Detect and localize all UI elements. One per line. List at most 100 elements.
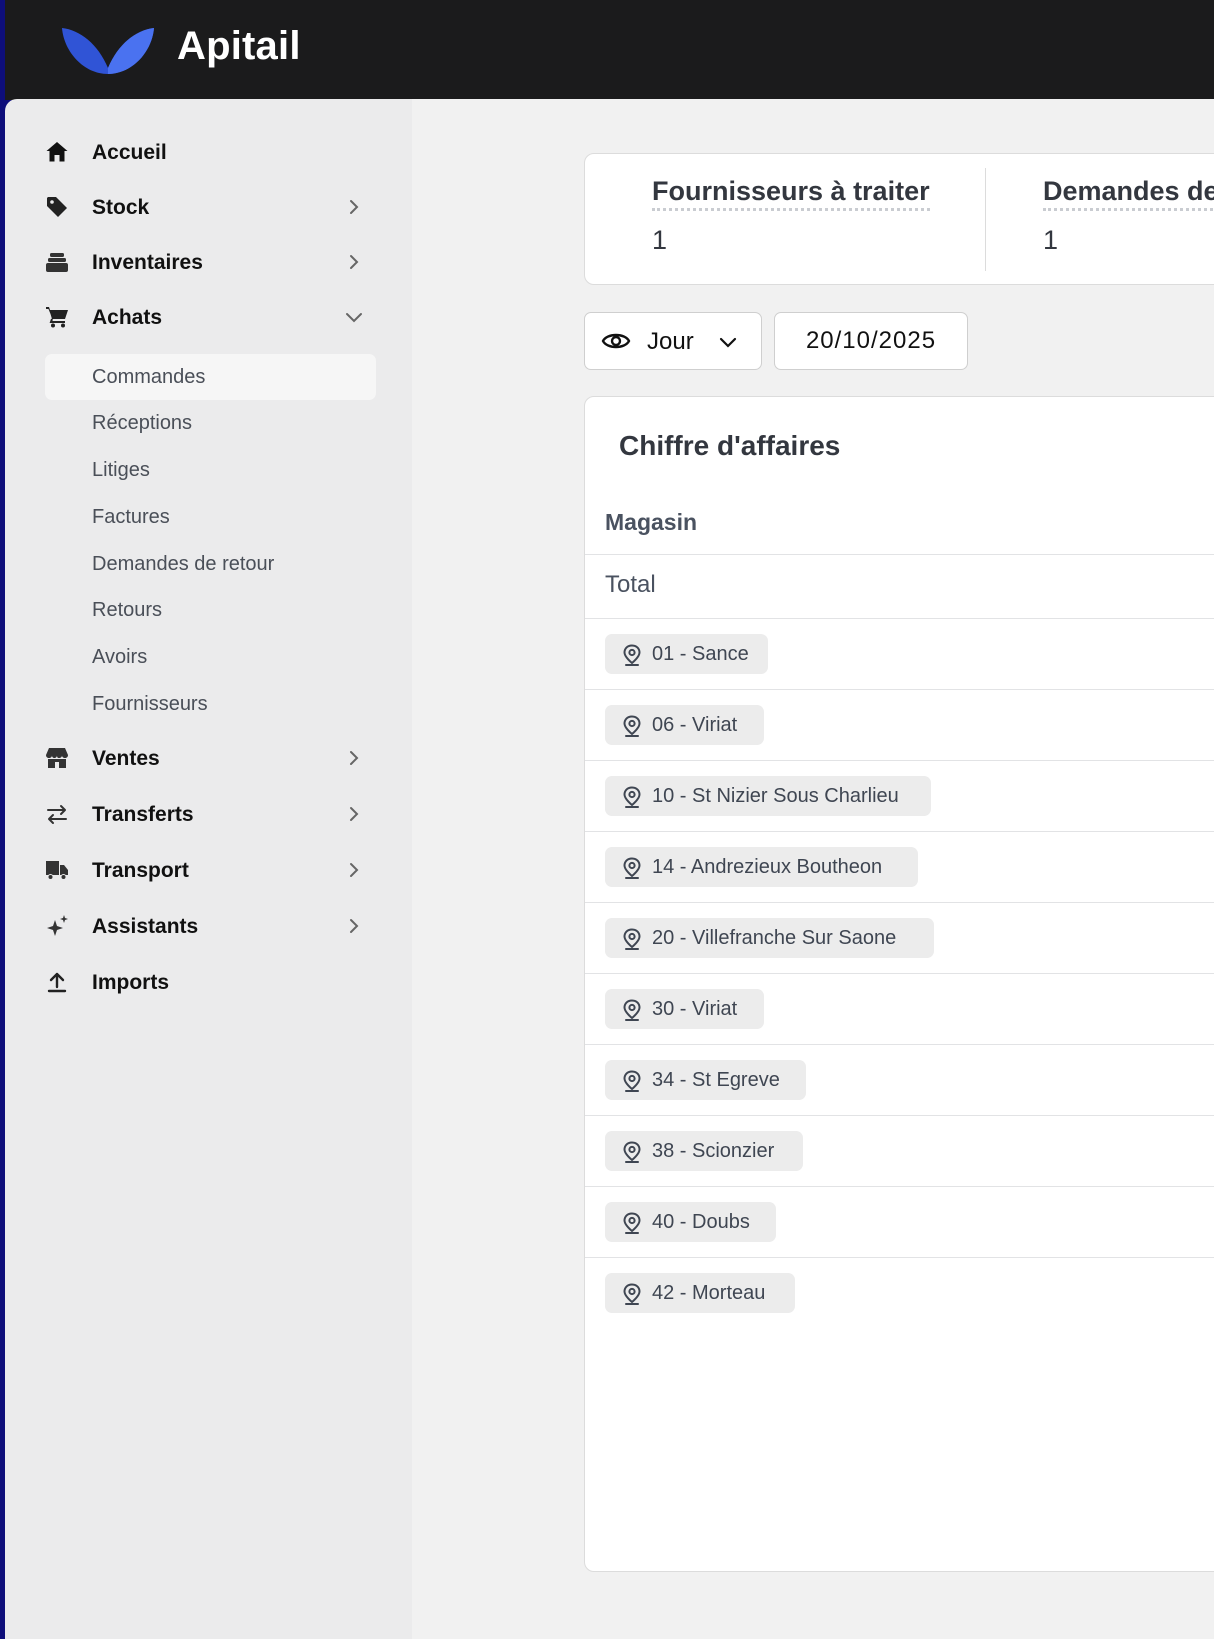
date-input[interactable]: 20/10/2025 xyxy=(774,312,968,370)
sidebar-subitem-avoirs[interactable]: Avoirs xyxy=(45,634,376,680)
divider xyxy=(585,1186,1214,1187)
store-name: 01 - Sance xyxy=(652,643,749,665)
table-title: Chiffre d'affaires xyxy=(619,430,841,461)
stack-icon xyxy=(46,253,68,272)
sidebar-item-ventes[interactable]: Ventes xyxy=(5,735,412,781)
sidebar-item-transferts[interactable]: Transferts xyxy=(5,791,412,837)
stats-card: Fournisseurs à traiter 1 Demandes de 1 xyxy=(584,153,1214,285)
divider xyxy=(585,1257,1214,1258)
map-pin-icon xyxy=(623,999,641,1021)
view-period-select[interactable]: Jour xyxy=(584,312,762,370)
store-chip[interactable]: 42 - Morteau xyxy=(605,1273,795,1313)
sidebar-item-imports[interactable]: Imports xyxy=(5,959,412,1005)
map-pin-icon xyxy=(623,786,641,808)
divider xyxy=(585,831,1214,832)
map-pin-icon xyxy=(623,928,641,950)
truck-icon xyxy=(46,861,68,880)
sidebar-item-inventaires[interactable]: Inventaires xyxy=(5,239,412,285)
divider xyxy=(585,554,1214,555)
divider xyxy=(585,618,1214,619)
store-chip[interactable]: 06 - Viriat xyxy=(605,705,764,745)
sidebar-subitem-label: Demandes de retour xyxy=(92,553,275,575)
sidebar-subitem-retours[interactable]: Retours xyxy=(45,587,376,633)
store-chip[interactable]: 40 - Doubs xyxy=(605,1202,776,1242)
stat-demandes[interactable]: Demandes de 1 xyxy=(1043,176,1214,256)
sidebar-subitem-label: Retours xyxy=(92,599,163,621)
sidebar-subitem-demandes-de-retour[interactable]: Demandes de retour xyxy=(45,541,376,587)
sidebar-item-transport[interactable]: Transport xyxy=(5,847,412,893)
stat-fournisseurs[interactable]: Fournisseurs à traiter 1 xyxy=(652,176,930,256)
apitail-logo-icon[interactable] xyxy=(60,22,156,78)
chevron-down-icon xyxy=(719,337,737,348)
sidebar-subitem-label: Commandes xyxy=(92,366,206,388)
sidebar-subitem-label: Avoirs xyxy=(92,646,148,668)
view-period-label: Jour xyxy=(647,328,694,355)
stat-title: Demandes de xyxy=(1043,176,1214,211)
chevron-right-icon xyxy=(350,255,359,269)
sidebar-item-label: Ventes xyxy=(92,747,160,770)
divider xyxy=(585,760,1214,761)
divider xyxy=(585,902,1214,903)
sidebar-subitem-factures[interactable]: Factures xyxy=(45,494,376,540)
app-name: Apitail xyxy=(177,24,301,68)
store-name: 06 - Viriat xyxy=(652,714,738,736)
chevron-right-icon xyxy=(350,751,359,765)
divider xyxy=(585,1044,1214,1045)
upload-icon xyxy=(47,972,67,993)
store-name: 30 - Viriat xyxy=(652,998,738,1020)
sidebar-item-label: Achats xyxy=(92,306,163,329)
total-row-label: Total xyxy=(605,571,656,598)
map-pin-icon xyxy=(623,715,641,737)
column-header-magasin[interactable]: Magasin xyxy=(605,509,697,536)
sidebar-item-accueil[interactable]: Accueil xyxy=(5,129,412,175)
store-chip[interactable]: 38 - Scionzier xyxy=(605,1131,803,1171)
map-pin-icon xyxy=(623,1212,641,1234)
store-name: 20 - Villefranche Sur Saone xyxy=(652,927,897,949)
sidebar-item-label: Accueil xyxy=(92,141,167,164)
stat-value: 1 xyxy=(1043,225,1059,255)
sparkles-icon xyxy=(47,915,68,936)
store-chip[interactable]: 14 - Andrezieux Boutheon xyxy=(605,847,918,887)
stat-value: 1 xyxy=(652,225,668,255)
sidebar-subitem-label: Factures xyxy=(92,506,170,528)
store-name: 42 - Morteau xyxy=(652,1282,766,1304)
eye-icon xyxy=(601,333,631,349)
chevron-down-icon xyxy=(346,313,362,323)
top-bar: Apitail xyxy=(5,0,1214,100)
tag-icon xyxy=(47,197,67,217)
store-chip[interactable]: 10 - St Nizier Sous Charlieu xyxy=(605,776,931,816)
divider xyxy=(585,1115,1214,1116)
sidebar-item-label: Assistants xyxy=(92,915,199,938)
store-chip[interactable]: 30 - Viriat xyxy=(605,989,764,1029)
revenue-table-card: Chiffre d'affaires Magasin Total 01 - Sa… xyxy=(584,396,1214,1572)
sidebar-subitem-commandes[interactable]: Commandes xyxy=(45,354,376,400)
stat-title: Fournisseurs à traiter xyxy=(652,176,930,211)
store-chip[interactable]: 20 - Villefranche Sur Saone xyxy=(605,918,934,958)
store-name: 10 - St Nizier Sous Charlieu xyxy=(652,785,899,807)
store-name: 34 - St Egreve xyxy=(652,1069,780,1091)
transfer-arrows-icon xyxy=(47,805,67,824)
sidebar-item-label: Transferts xyxy=(92,803,194,826)
sidebar-item-assistants[interactable]: Assistants xyxy=(5,903,412,949)
sidebar-item-stock[interactable]: Stock xyxy=(5,184,412,230)
sidebar-subitem-label: Litiges xyxy=(92,459,150,481)
store-chip[interactable]: 01 - Sance xyxy=(605,634,768,674)
store-chip[interactable]: 34 - St Egreve xyxy=(605,1060,806,1100)
divider xyxy=(585,973,1214,974)
sidebar-subitem-fournisseurs[interactable]: Fournisseurs xyxy=(45,681,376,727)
main-content: Fournisseurs à traiter 1 Demandes de 1 J… xyxy=(412,99,1214,1639)
sidebar-item-label: Imports xyxy=(92,971,170,994)
sidebar-subitem-litiges[interactable]: Litiges xyxy=(45,447,376,493)
divider xyxy=(985,168,986,271)
store-name: 38 - Scionzier xyxy=(652,1140,775,1162)
store-name: 14 - Andrezieux Boutheon xyxy=(652,856,883,878)
sidebar-subitem-receptions[interactable]: Réceptions xyxy=(45,400,376,446)
sidebar-item-label: Inventaires xyxy=(92,251,203,274)
cart-icon xyxy=(46,307,68,328)
sidebar-item-label: Transport xyxy=(92,859,189,882)
store-name: 40 - Doubs xyxy=(652,1211,750,1233)
chevron-right-icon xyxy=(350,200,359,214)
sidebar-subitem-label: Fournisseurs xyxy=(92,693,208,715)
sidebar-item-achats[interactable]: Achats xyxy=(5,294,412,340)
sidebar-item-label: Stock xyxy=(92,196,150,219)
